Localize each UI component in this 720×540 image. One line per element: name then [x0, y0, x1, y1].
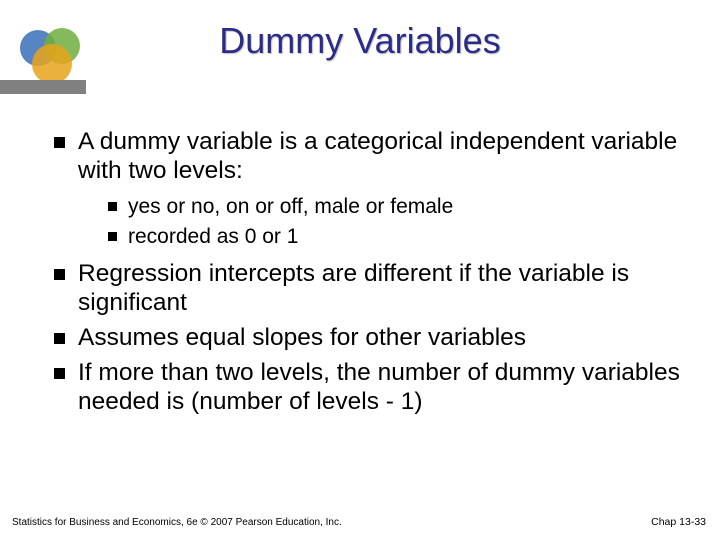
sub-bullet-text: recorded as 0 or 1	[128, 225, 298, 248]
bullet-text: Regression intercepts are different if t…	[78, 260, 629, 316]
slide-title: Dummy Variables	[0, 20, 720, 62]
bullet-item: A dummy variable is a categorical indepe…	[50, 128, 680, 250]
footer-copyright: Statistics for Business and Economics, 6…	[12, 517, 342, 528]
bullet-item: Regression intercepts are different if t…	[50, 260, 680, 318]
footer-page-number: Chap 13-33	[651, 516, 706, 528]
sub-bullet-item: yes or no, on or off, male or female	[106, 194, 680, 220]
bullet-text: A dummy variable is a categorical indepe…	[78, 128, 677, 184]
slide: Dummy Variables A dummy variable is a ca…	[0, 0, 720, 540]
bullet-list-level2: yes or no, on or off, male or female rec…	[78, 194, 680, 251]
sub-bullet-text: yes or no, on or off, male or female	[128, 195, 453, 218]
sub-bullet-item: recorded as 0 or 1	[106, 224, 680, 250]
bullet-item: If more than two levels, the number of d…	[50, 359, 680, 417]
bullet-text: Assumes equal slopes for other variables	[78, 324, 526, 351]
bullet-item: Assumes equal slopes for other variables	[50, 324, 680, 353]
bullet-text: If more than two levels, the number of d…	[78, 359, 680, 415]
logo-bar	[0, 80, 86, 94]
slide-body: A dummy variable is a categorical indepe…	[50, 128, 680, 423]
bullet-list-level1: A dummy variable is a categorical indepe…	[50, 128, 680, 417]
